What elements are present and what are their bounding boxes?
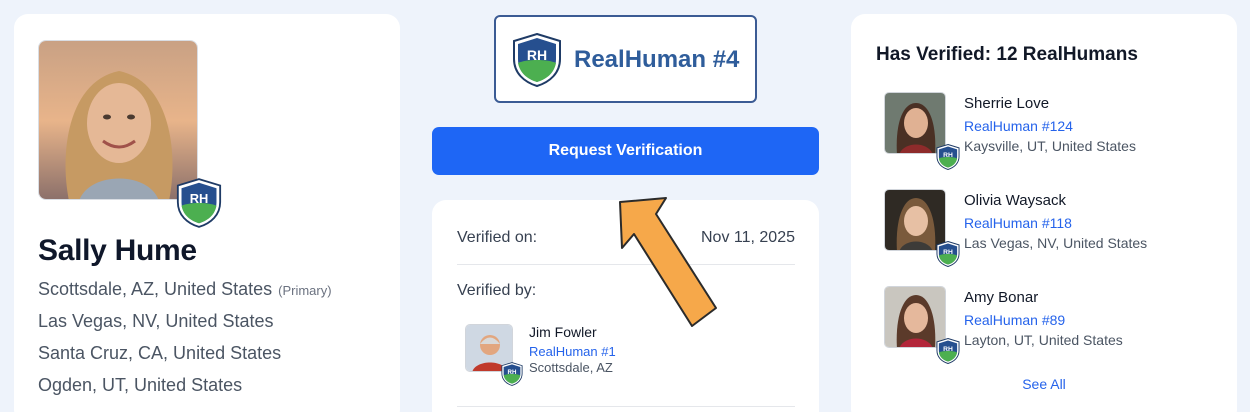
realhuman-number-badge: RealHuman #4 [494,15,757,103]
location-text: Las Vegas, NV, United States [38,311,274,331]
verifier-location: Scottsdale, AZ [529,360,613,375]
realhuman-badge-icon [501,362,523,386]
person-realhuman-link[interactable]: RealHuman #89 [964,312,1065,328]
location-text: Scottsdale, AZ, United States [38,279,273,299]
realhuman-badge-icon [936,241,960,267]
person-name[interactable]: Olivia Waysack [964,192,1066,209]
profile-avatar [38,40,198,200]
avatar [38,40,198,200]
location-list: Scottsdale, AZ, United States (Primary) L… [38,278,332,406]
person-location: Las Vegas, NV, United States [964,235,1148,251]
verifier-name[interactable]: Jim Fowler [529,324,597,340]
list-item[interactable]: Olivia Waysack RealHuman #118 Las Vegas,… [884,189,1224,265]
request-verification-button[interactable]: Request Verification [432,127,819,175]
location-text: Ogden, UT, United States [38,375,243,395]
person-name[interactable]: Sherrie Love [964,95,1049,112]
list-item[interactable]: Sherrie Love RealHuman #124 Kaysville, U… [884,92,1224,168]
verifier-realhuman-link[interactable]: RealHuman #1 [529,344,616,359]
profile-card: Sally Hume Scottsdale, AZ, United States… [14,14,400,412]
list-item[interactable]: Amy Bonar RealHuman #89 Layton, UT, Unit… [884,286,1224,362]
person-name[interactable]: Amy Bonar [964,289,1038,306]
location-item: Las Vegas, NV, United States [38,310,332,342]
location-item: Scottsdale, AZ, United States (Primary) [38,278,332,310]
realhuman-badge-icon [936,144,960,170]
verified-on-label: Verified on: [457,229,538,246]
person-realhuman-link[interactable]: RealHuman #118 [964,215,1072,231]
primary-tag: (Primary) [278,283,332,298]
person-location: Layton, UT, United States [964,332,1123,348]
verified-by-label: Verified by: [457,282,537,299]
has-verified-card: Has Verified: 12 RealHumans Sherrie Love… [851,14,1237,412]
location-item: Ogden, UT, United States [38,374,332,406]
location-item: Santa Cruz, CA, United States [38,342,332,374]
realhuman-shield-icon [512,33,562,87]
see-all-link[interactable]: See All [851,376,1237,392]
profile-name: Sally Hume [38,234,197,267]
realhuman-badge-icon [176,178,222,228]
badge-title: RealHuman #4 [574,46,740,73]
person-location: Kaysville, UT, United States [964,138,1136,154]
realhuman-badge-icon [936,338,960,364]
has-verified-title: Has Verified: 12 RealHumans [876,44,1138,65]
person-realhuman-link[interactable]: RealHuman #124 [964,118,1073,134]
annotation-arrow-icon [619,197,717,327]
divider [457,406,795,407]
location-text: Santa Cruz, CA, United States [38,343,282,363]
